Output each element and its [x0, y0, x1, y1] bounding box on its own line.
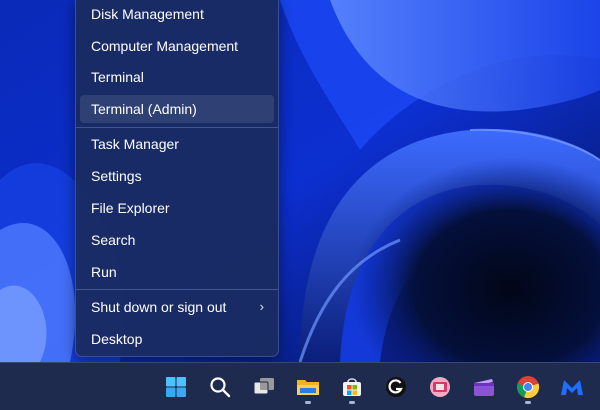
menu-item-label: Search [91, 232, 136, 248]
desktop-screen: Disk Management Computer Management Term… [0, 0, 600, 410]
clipchamp-icon [474, 379, 494, 396]
menu-item-label: Disk Management [91, 6, 204, 22]
running-indicator [305, 401, 311, 404]
menu-item-disk-management[interactable]: Disk Management [80, 0, 274, 28]
running-indicator [349, 401, 355, 404]
menu-item-task-manager[interactable]: Task Manager [80, 130, 274, 158]
task-view-button[interactable] [246, 369, 282, 405]
menu-item-label: Computer Management [91, 38, 239, 54]
microsoft-store-taskbar-button[interactable] [334, 369, 370, 405]
start-button[interactable] [158, 369, 194, 405]
menu-item-label: Shut down or sign out [91, 299, 227, 315]
menu-item-computer-management[interactable]: Computer Management [80, 32, 274, 60]
menu-divider [76, 127, 278, 128]
chevron-right-icon: › [259, 299, 264, 314]
menu-item-desktop[interactable]: Desktop [80, 325, 274, 353]
menu-item-run[interactable]: Run [80, 258, 274, 286]
menu-item-terminal-admin[interactable]: Terminal (Admin) [80, 95, 274, 123]
search-button[interactable] [202, 369, 238, 405]
file-explorer-icon [297, 380, 319, 395]
logitech-g-hub-taskbar-button[interactable] [378, 369, 414, 405]
menu-item-shut-down-or-sign-out[interactable]: Shut down or sign out › [80, 293, 274, 321]
menu-item-label: Terminal (Admin) [91, 101, 197, 117]
menu-item-search[interactable]: Search [80, 226, 274, 254]
menu-divider [76, 289, 278, 290]
winx-power-user-menu: Disk Management Computer Management Term… [75, 0, 279, 357]
chrome-icon [516, 376, 540, 399]
menu-item-label: Desktop [91, 331, 143, 347]
snipping-tool-icon [430, 377, 450, 397]
menu-item-label: Task Manager [91, 136, 179, 152]
taskbar [0, 362, 600, 410]
menu-item-file-explorer[interactable]: File Explorer [80, 194, 274, 222]
windows-start-icon [166, 377, 186, 397]
menu-item-label: Terminal [91, 69, 144, 85]
microsoft-store-icon [343, 378, 361, 396]
menu-item-label: File Explorer [91, 200, 170, 216]
logitech-g-hub-icon [386, 377, 406, 397]
menu-item-label: Settings [91, 168, 142, 184]
menu-item-label: Run [91, 264, 117, 280]
malwarebytes-taskbar-button[interactable] [554, 369, 590, 405]
snipping-tool-taskbar-button[interactable] [422, 369, 458, 405]
menu-item-terminal[interactable]: Terminal [80, 63, 274, 91]
clipchamp-taskbar-button[interactable] [466, 369, 502, 405]
chrome-taskbar-button[interactable] [510, 369, 546, 405]
file-explorer-taskbar-button[interactable] [290, 369, 326, 405]
running-indicator [525, 401, 531, 404]
malwarebytes-icon [561, 380, 583, 395]
menu-item-settings[interactable]: Settings [80, 162, 274, 190]
task-view-icon [253, 378, 274, 395]
search-icon [210, 377, 231, 398]
